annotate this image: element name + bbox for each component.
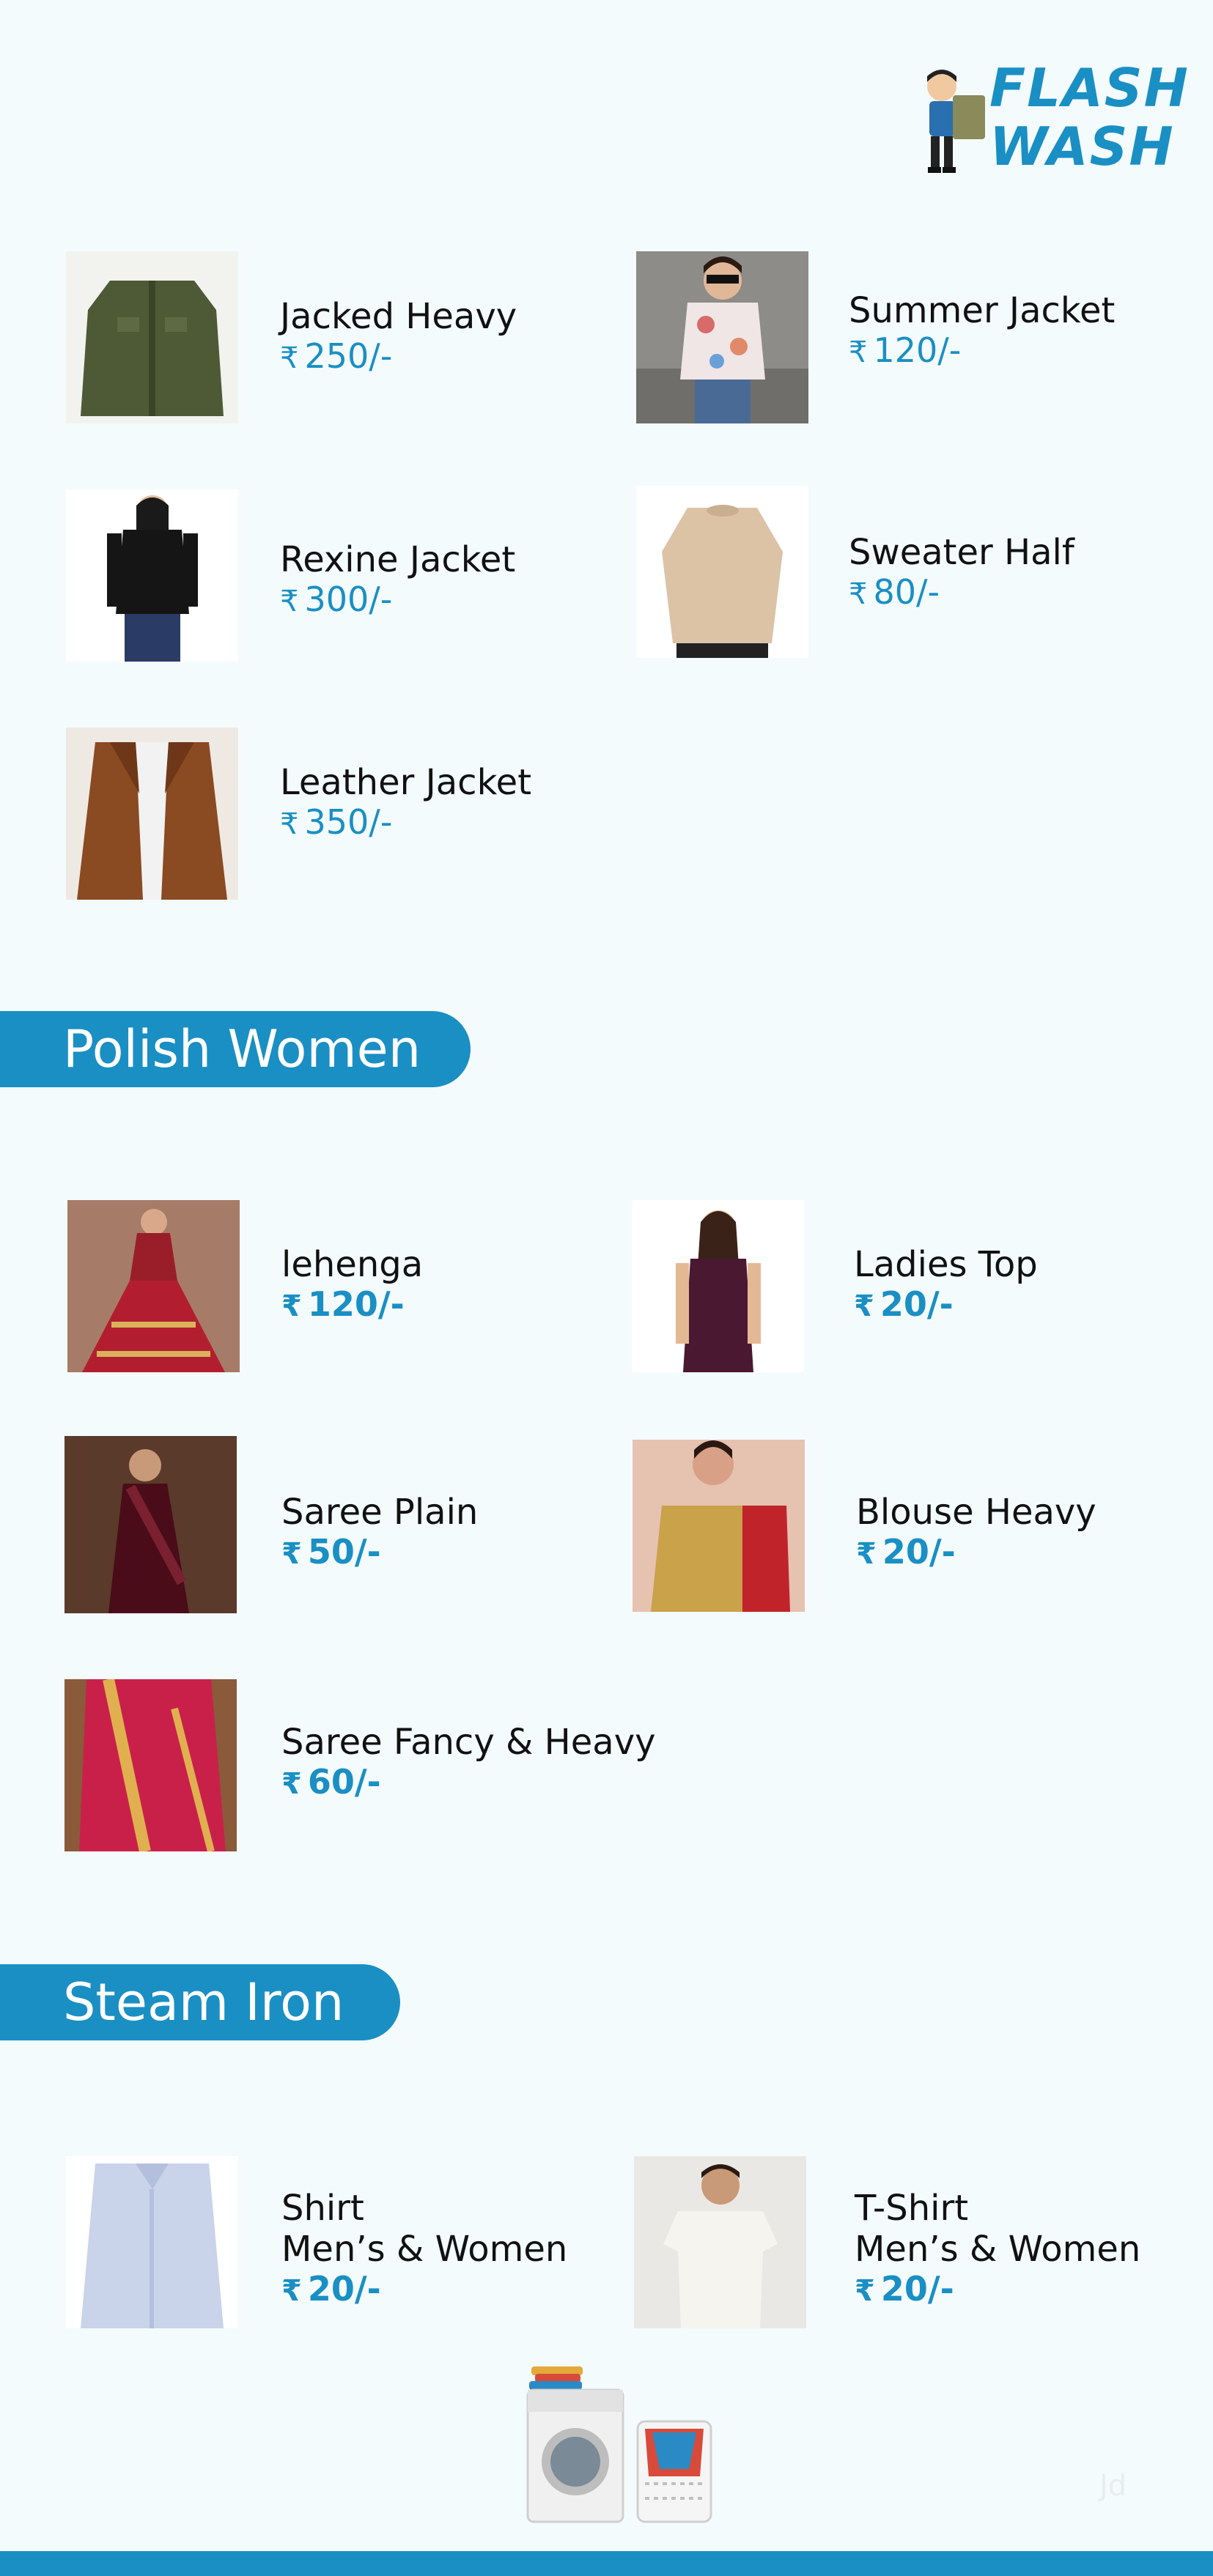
item-price: ₹120/- [849, 330, 962, 370]
brand-line1: FLASH [989, 57, 1190, 119]
item-name: Leather Jacket [280, 762, 532, 803]
item-price: ₹250/- [280, 336, 393, 376]
saree-fancy-image [64, 1679, 237, 1851]
item-price: ₹60/- [281, 1762, 381, 1802]
item-subtitle: Men’s & Women [855, 2229, 1141, 2270]
item-name: Ladies Top [854, 1244, 1038, 1285]
item-subtitle: Men’s & Women [281, 2229, 568, 2270]
item-price: ₹20/- [281, 2269, 381, 2309]
summer-jacket-image [636, 251, 808, 423]
ladies-top-image [632, 1200, 804, 1372]
shirt-image [66, 2156, 238, 2328]
item-price: ₹20/- [854, 1284, 954, 1324]
item-price: ₹50/- [281, 1532, 381, 1572]
sweater-half-image [636, 486, 808, 658]
section-header-polish-women: Polish Women [0, 1011, 471, 1087]
item-price: ₹80/- [849, 572, 940, 612]
watermark: Jd [1099, 2469, 1127, 2503]
item-price: ₹120/- [281, 1284, 405, 1324]
leather-jacket-image [66, 728, 238, 900]
brand-logo: FLASH WASH [909, 59, 1188, 176]
jacked-heavy-image [66, 251, 238, 423]
item-price: ₹20/- [856, 1532, 956, 1572]
item-name: Summer Jacket [849, 290, 1116, 331]
saree-plain-image [64, 1436, 237, 1613]
item-name: Sweater Half [849, 532, 1074, 573]
item-name: Blouse Heavy [856, 1492, 1096, 1533]
item-name: T-Shirt [855, 2188, 969, 2229]
blouse-heavy-image [633, 1440, 805, 1612]
item-price: ₹20/- [855, 2269, 954, 2309]
lehenga-image [67, 1200, 240, 1372]
brand-line2: WASH [989, 116, 1175, 177]
item-name: Saree Plain [281, 1492, 479, 1533]
footer-bar [0, 2551, 1213, 2576]
item-name: Saree Fancy & Heavy [281, 1722, 656, 1763]
section-header-steam-iron: Steam Iron [0, 1964, 400, 2040]
item-name: Jacked Heavy [280, 296, 517, 337]
washing-machine-icon [526, 2366, 712, 2523]
item-name: lehenga [281, 1244, 424, 1285]
item-price: ₹350/- [280, 802, 393, 842]
brand-wordmark: FLASH WASH [989, 57, 1190, 177]
rexine-jacket-image [66, 489, 238, 662]
item-price: ₹300/- [280, 580, 393, 619]
item-name: Rexine Jacket [280, 539, 516, 580]
tshirt-image [634, 2156, 806, 2328]
mascot-icon [927, 70, 985, 173]
item-name: Shirt [281, 2188, 364, 2229]
